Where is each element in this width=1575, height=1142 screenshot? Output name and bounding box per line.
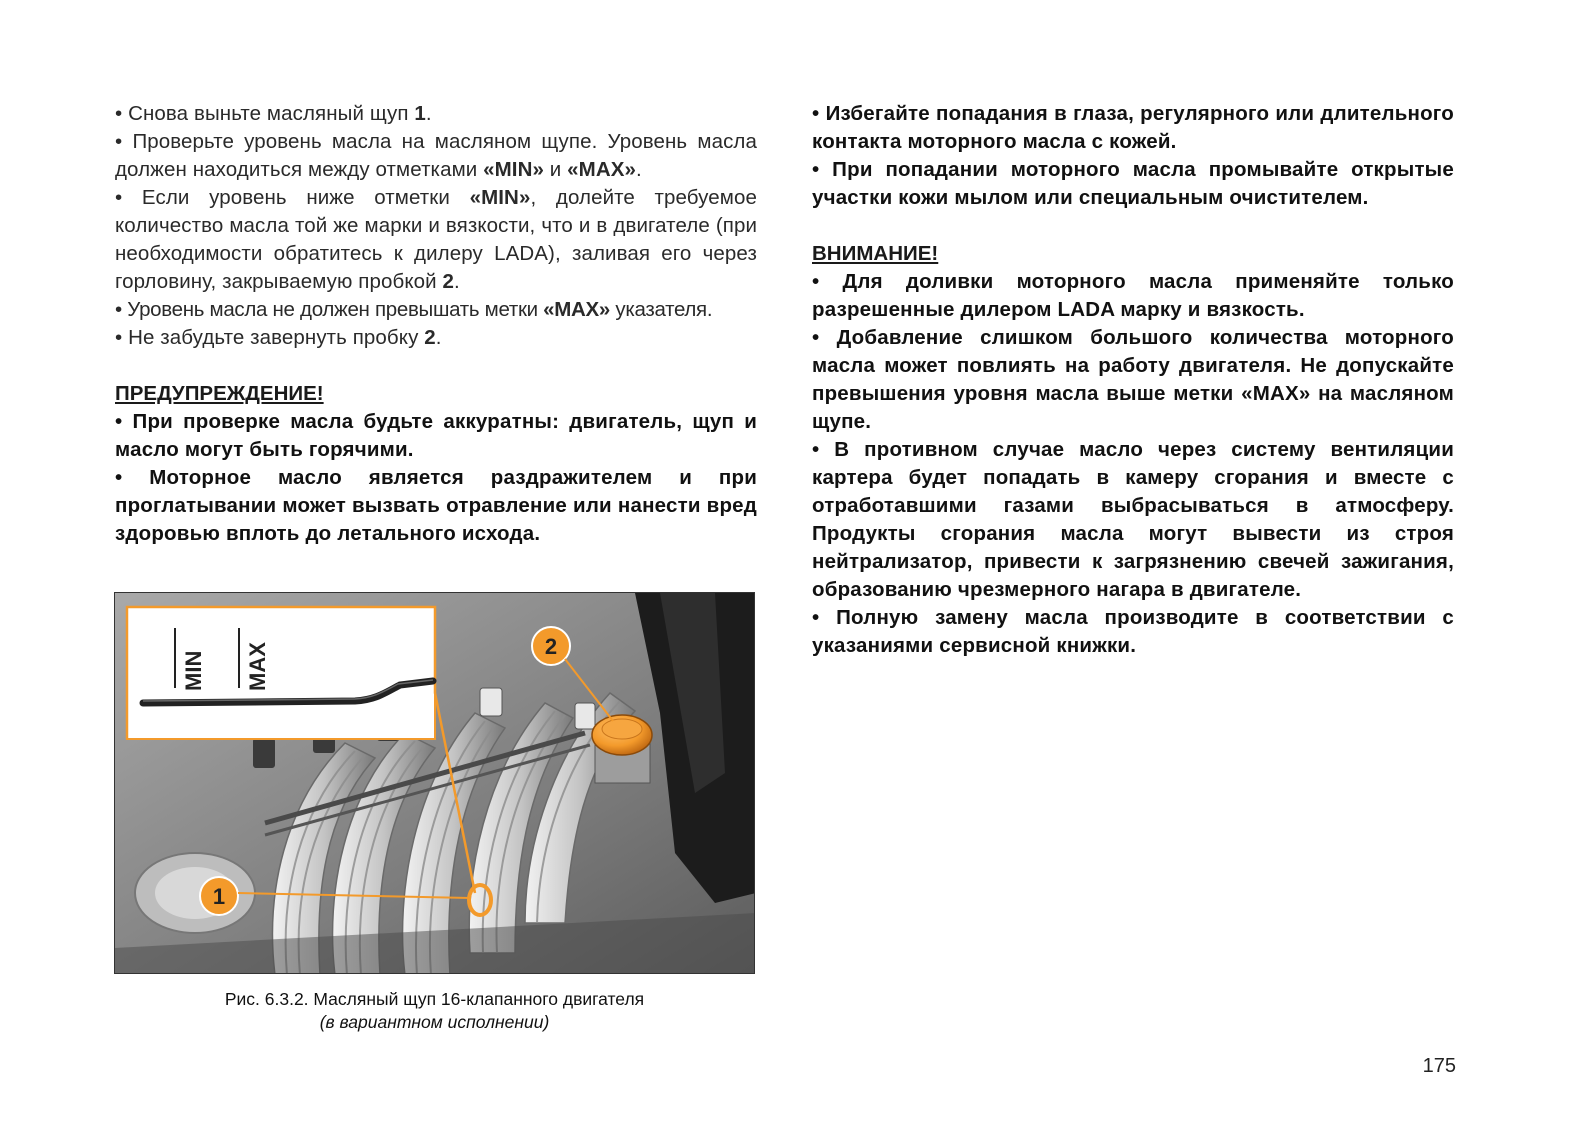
paragraph-check-level: • Проверьте уровень масла на масляном щу…	[115, 130, 757, 181]
warning-wash-skin: • При попадании моторного масла промывай…	[812, 158, 1454, 209]
callout-1: 1	[199, 876, 239, 916]
right-column: • Избегайте попадания в глаза, регулярно…	[812, 100, 1454, 660]
attention-full-replacement: • Полную замену масла производите в соот…	[812, 606, 1454, 657]
left-column: • Снова выньте масляный щуп 1. • Проверь…	[115, 100, 757, 548]
attention-heading: ВНИМАНИЕ!	[812, 242, 939, 265]
engine-illustration: MIN MAX 1 2	[115, 593, 754, 973]
attention-approved-oil: • Для доливки моторного масла применяйте…	[812, 270, 1454, 321]
page-number: 175	[1422, 1055, 1456, 1077]
caption-title: Рис. 6.3.2. Масляный щуп 16-клапанного д…	[224, 989, 645, 1009]
attention-overfill: • Добавление слишком большого количества…	[812, 326, 1454, 433]
callout-2: 2	[531, 626, 571, 666]
warning-hot-engine: • При проверке масла будьте аккуратны: д…	[115, 410, 757, 461]
paragraph-remove-dipstick: • Снова выньте масляный щуп 1.	[115, 102, 432, 125]
attention-consequences: • В противном случае масло через систему…	[812, 438, 1454, 601]
warning-heading: ПРЕДУПРЕЖДЕНИЕ!	[115, 382, 324, 405]
paragraph-top-up: • Если уровень ниже отметки «MIN», долей…	[115, 186, 758, 293]
svg-text:2: 2	[545, 634, 557, 659]
figure-caption: Рис. 6.3.2. Масляный щуп 16-клапанного д…	[114, 988, 755, 1034]
svg-text:1: 1	[213, 884, 225, 909]
warning-irritant: • Моторное масло является раздражителем …	[115, 466, 757, 545]
dipstick-label-min: MIN	[181, 651, 206, 691]
warning-eyes-skin: • Избегайте попадания в глаза, регулярно…	[812, 102, 1454, 153]
paragraph-close-cap: • Не забудьте завернуть пробку 2.	[115, 326, 442, 349]
engine-dipstick-figure: MIN MAX 1 2	[114, 592, 755, 974]
dipstick-label-max: MAX	[245, 642, 270, 691]
caption-subtitle: (в вариантном исполнении)	[319, 1012, 550, 1032]
paragraph-max-level: • Уровень масла не должен превышать метк…	[115, 298, 713, 321]
